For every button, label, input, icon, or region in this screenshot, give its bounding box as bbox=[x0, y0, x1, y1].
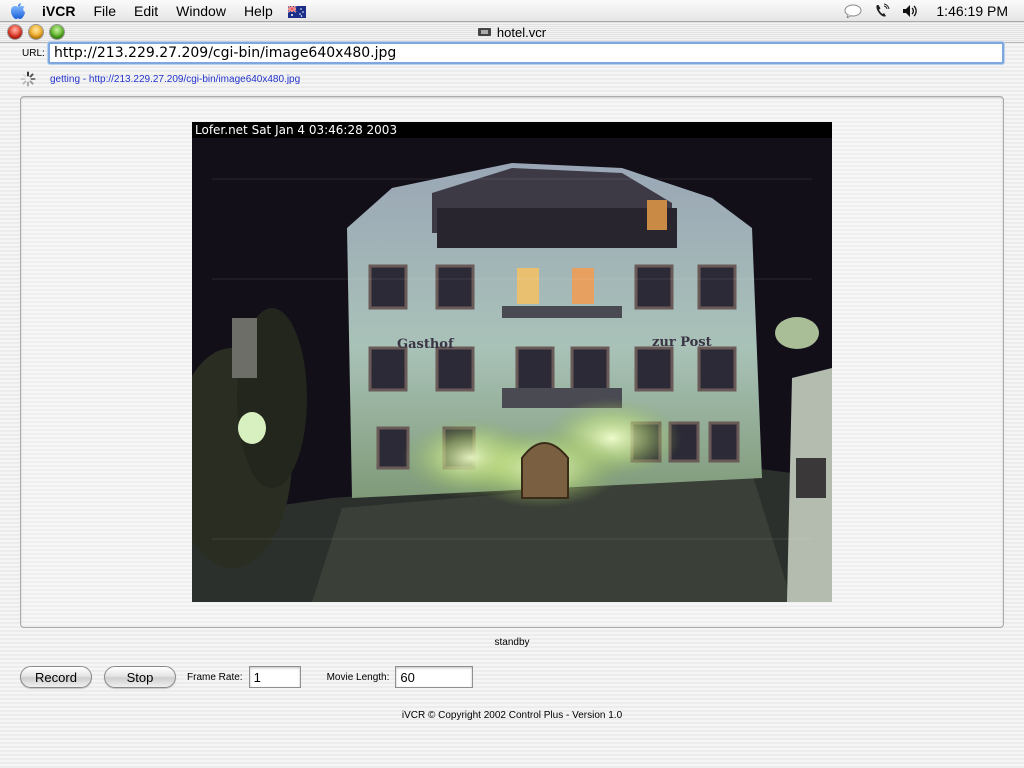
stop-button[interactable]: Stop bbox=[104, 666, 176, 688]
record-button[interactable]: Record bbox=[20, 666, 92, 688]
apple-menu-icon[interactable] bbox=[0, 2, 36, 20]
zoom-window-button[interactable] bbox=[50, 25, 64, 39]
image-viewer-panel: Lofer.net Sat Jan 4 03:46:28 2003 Gastho… bbox=[20, 96, 1004, 628]
movie-length-input[interactable] bbox=[395, 666, 474, 688]
volume-icon[interactable] bbox=[902, 4, 918, 18]
menu-edit[interactable]: Edit bbox=[125, 0, 167, 22]
webcam-caption: Lofer.net Sat Jan 4 03:46:28 2003 bbox=[192, 122, 832, 138]
webcam-scene: Gasthof zur Post bbox=[192, 138, 832, 602]
url-label: URL: bbox=[22, 47, 45, 59]
document-icon bbox=[477, 28, 491, 36]
movie-length-label: Movie Length: bbox=[326, 671, 390, 683]
webcam-image: Lofer.net Sat Jan 4 03:46:28 2003 Gastho… bbox=[192, 122, 832, 602]
menu-window[interactable]: Window bbox=[167, 0, 235, 22]
menu-file[interactable]: File bbox=[84, 0, 125, 22]
close-window-button[interactable] bbox=[8, 25, 22, 39]
sign-left-text: Gasthof bbox=[397, 337, 455, 352]
url-row: URL: bbox=[22, 42, 1004, 64]
minimize-window-button[interactable] bbox=[29, 25, 43, 39]
menu-bar: iVCR File Edit Window Help 1:46:19 PM bbox=[0, 0, 1024, 22]
recording-controls: Record Stop Frame Rate: Movie Length: bbox=[20, 666, 474, 688]
status-row: getting - http://213.229.27.209/cgi-bin/… bbox=[20, 71, 300, 87]
chat-bubble-icon[interactable] bbox=[844, 4, 862, 18]
status-text: getting - http://213.229.27.209/cgi-bin/… bbox=[50, 73, 301, 85]
phone-icon[interactable] bbox=[874, 3, 890, 19]
menubar-clock[interactable]: 1:46:19 PM bbox=[936, 3, 1008, 19]
player-state-text: standby bbox=[494, 637, 530, 648]
window-titlebar[interactable]: hotel.vcr bbox=[0, 22, 1024, 43]
menu-app[interactable]: iVCR bbox=[36, 0, 84, 22]
loading-spinner-icon bbox=[20, 71, 36, 87]
copyright-text: iVCR © Copyright 2002 Control Plus - Ver… bbox=[401, 710, 623, 721]
url-input[interactable] bbox=[48, 42, 1004, 64]
menu-help[interactable]: Help bbox=[235, 0, 282, 22]
frame-rate-input[interactable] bbox=[248, 666, 301, 688]
frame-rate-label: Frame Rate: bbox=[187, 671, 243, 683]
window-title: hotel.vcr bbox=[496, 24, 547, 40]
sign-right-text: zur Post bbox=[652, 335, 712, 350]
australian-flag-icon[interactable] bbox=[287, 4, 306, 18]
